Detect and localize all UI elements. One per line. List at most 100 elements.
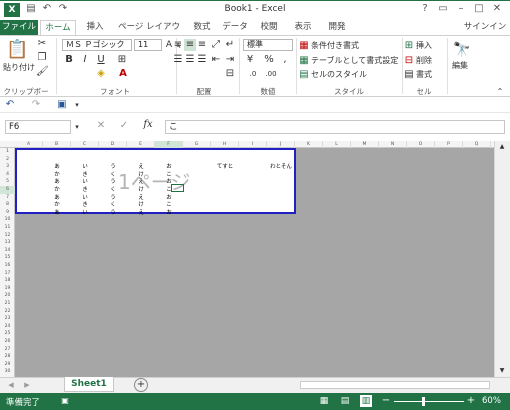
row-header[interactable]: 15	[0, 254, 15, 262]
row-header[interactable]: 21	[0, 300, 15, 308]
cell[interactable]: い	[71, 209, 99, 217]
format-as-table-button[interactable]: テーブルとして書式設定	[311, 56, 401, 66]
cell[interactable]: お	[155, 209, 183, 217]
prev-sheet-icon[interactable]: ◀	[6, 379, 16, 391]
row-header[interactable]: 26	[0, 338, 15, 346]
customize-qat-icon[interactable]: ▾	[72, 99, 82, 111]
column-header[interactable]: Q	[463, 141, 491, 148]
column-header[interactable]: N	[379, 141, 407, 148]
decrease-decimal-icon[interactable]: .00	[264, 68, 278, 80]
insert-cells-icon[interactable]: ⊞	[404, 40, 414, 52]
borders-icon[interactable]: ⊞	[115, 54, 129, 66]
font-color-icon[interactable]: A	[116, 68, 130, 80]
editing-icon[interactable]: 🔭	[452, 40, 472, 60]
delete-cells-button[interactable]: 削除	[416, 56, 446, 66]
insert-function-button[interactable]: fx	[140, 119, 156, 131]
row-header[interactable]: 4	[0, 171, 15, 179]
column-header[interactable]: H	[211, 141, 239, 148]
tab-home[interactable]: ホーム	[40, 20, 76, 35]
paste-icon[interactable]: 📋	[6, 39, 28, 61]
row-header[interactable]: 10	[0, 216, 15, 224]
percent-button[interactable]: %	[264, 54, 274, 66]
row-header[interactable]: 25	[0, 330, 15, 338]
cell[interactable]: あ	[43, 209, 71, 217]
tab-file[interactable]: ファイル	[0, 20, 38, 35]
underline-button[interactable]: U	[95, 54, 107, 66]
excel-app-icon[interactable]: X	[4, 3, 20, 17]
row-header[interactable]: 1	[0, 148, 15, 156]
column-header[interactable]: B	[43, 141, 71, 148]
insert-cells-button[interactable]: 挿入	[416, 41, 446, 51]
redo-qat-icon[interactable]: ↷	[30, 99, 42, 111]
zoom-out-button[interactable]: −	[381, 395, 391, 407]
column-header[interactable]: J	[267, 141, 295, 148]
redo-icon[interactable]: ↷	[56, 2, 70, 16]
format-painter-icon[interactable]: 🖌	[36, 66, 49, 78]
delete-cells-icon[interactable]: ⊟	[404, 55, 414, 67]
scroll-up-icon[interactable]: ▲	[495, 141, 509, 153]
font-size-select[interactable]: 11	[134, 39, 162, 51]
font-name-select[interactable]: ＭＳ Ｐゴシック	[62, 39, 132, 51]
sign-in-link[interactable]: サインイン	[462, 20, 508, 35]
cut-icon[interactable]: ✂	[36, 38, 48, 50]
merge-center-icon[interactable]: ⊟	[224, 68, 236, 80]
increase-indent-icon[interactable]: ⇥	[224, 54, 236, 66]
normal-view-icon[interactable]: ▦	[318, 395, 330, 407]
tab-data[interactable]: データ	[220, 20, 250, 35]
cancel-icon[interactable]: ✕	[95, 120, 107, 132]
column-header[interactable]: C	[71, 141, 99, 148]
row-header[interactable]: 13	[0, 239, 15, 247]
format-cells-icon[interactable]: ▤	[404, 69, 414, 81]
row-header[interactable]: 27	[0, 346, 15, 354]
comma-button[interactable]: ,	[280, 54, 290, 66]
align-center-icon[interactable]: ☰	[184, 54, 196, 66]
minimize-button[interactable]: –	[454, 2, 468, 16]
sheet-tab-sheet1[interactable]: Sheet1	[64, 377, 114, 392]
save-icon[interactable]: ▤	[24, 2, 38, 16]
row-header[interactable]: 23	[0, 315, 15, 323]
cell[interactable]: わとそん	[267, 163, 295, 171]
column-header[interactable]: I	[239, 141, 267, 148]
enter-icon[interactable]: ✓	[118, 120, 130, 132]
help-button[interactable]: ?	[418, 2, 432, 16]
row-header[interactable]: 22	[0, 308, 15, 316]
page-break-view-icon[interactable]: ▥	[360, 395, 372, 407]
align-top-icon[interactable]: ≡	[172, 39, 184, 51]
vertical-scrollbar[interactable]	[494, 141, 510, 377]
align-left-icon[interactable]: ☰	[172, 54, 184, 66]
zoom-slider-thumb[interactable]	[422, 397, 425, 406]
save-qat-icon[interactable]: ▣	[56, 99, 68, 111]
cell-styles-icon[interactable]: ▤	[299, 69, 309, 81]
cell[interactable]: てすと	[211, 163, 239, 171]
row-header[interactable]: 3	[0, 163, 15, 171]
row-header[interactable]: 8	[0, 201, 15, 209]
conditional-format-button[interactable]: 条件付き書式	[311, 41, 401, 51]
editing-button[interactable]: 編集	[452, 61, 476, 71]
paste-button[interactable]: 貼り付け	[3, 63, 35, 73]
tab-formulas[interactable]: 数式	[188, 20, 216, 35]
macro-record-icon[interactable]: ▣	[60, 395, 70, 407]
row-header[interactable]: 20	[0, 292, 15, 300]
ribbon-options-icon[interactable]: ▭	[436, 2, 450, 16]
row-header[interactable]: 12	[0, 232, 15, 240]
conditional-format-icon[interactable]: ▦	[299, 40, 309, 52]
row-header[interactable]: 9	[0, 209, 15, 217]
zoom-level[interactable]: 60%	[482, 396, 501, 406]
horizontal-scrollbar[interactable]	[300, 381, 490, 389]
bold-button[interactable]: B	[63, 54, 75, 66]
format-as-table-icon[interactable]: ▦	[299, 55, 309, 67]
row-header[interactable]: 17	[0, 270, 15, 278]
currency-icon[interactable]: ¥	[243, 54, 257, 66]
tab-developer[interactable]: 開発	[322, 20, 352, 35]
row-header[interactable]: 11	[0, 224, 15, 232]
align-right-icon[interactable]: ☰	[196, 54, 208, 66]
tab-insert[interactable]: 挿入	[80, 20, 110, 35]
name-box-dropdown-icon[interactable]: ▾	[73, 121, 81, 133]
column-header[interactable]: P	[435, 141, 463, 148]
row-header[interactable]: 29	[0, 361, 15, 369]
row-header[interactable]: 19	[0, 285, 15, 293]
tab-review[interactable]: 校閲	[254, 20, 284, 35]
column-header[interactable]: E	[127, 141, 155, 148]
decrease-indent-icon[interactable]: ⇤	[210, 54, 222, 66]
row-header[interactable]: 6	[0, 186, 15, 194]
